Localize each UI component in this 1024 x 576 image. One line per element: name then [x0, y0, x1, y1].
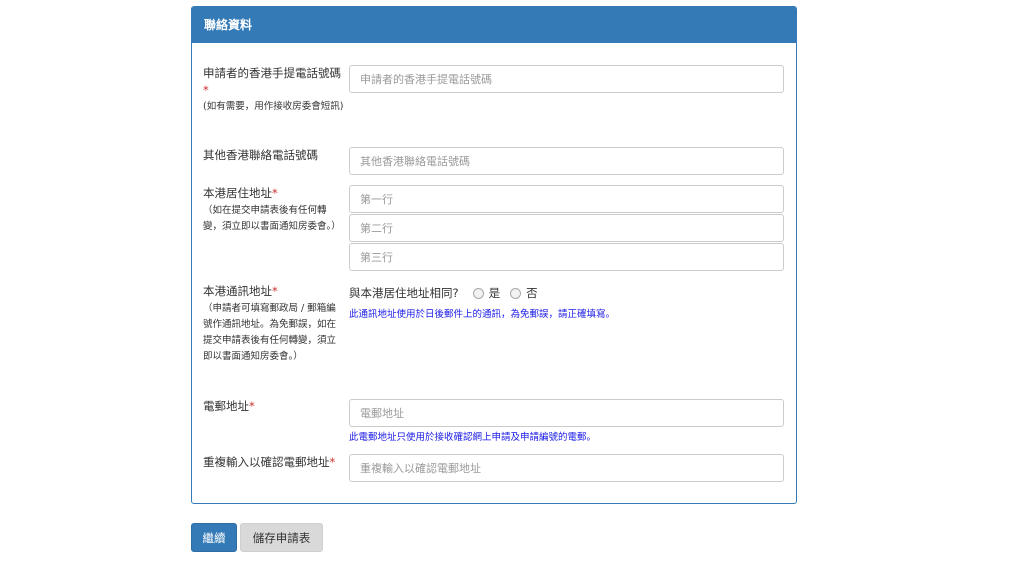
required-marker: * [329, 455, 336, 469]
mobile-phone-label: 申請者的香港手提電話號碼 * [203, 65, 343, 99]
mobile-phone-label-text: 申請者的香港手提電話號碼 [203, 66, 341, 80]
same-address-no-radio[interactable] [510, 287, 522, 299]
mobile-phone-note: (如有需要，用作接收房委會短訊) [203, 101, 344, 112]
residential-address-line3-input[interactable] [349, 243, 784, 271]
email-label: 電郵地址* [203, 398, 343, 415]
continue-button[interactable]: 繼續 [191, 523, 237, 552]
residential-address-label: 本港居住地址* [203, 185, 343, 202]
required-marker: * [272, 284, 278, 298]
contact-info-panel: 聯絡資料 申請者的香港手提電話號碼 * (如有需要，用作接收房委會短訊) 其他香港… [191, 6, 797, 504]
email-confirm-label-text: 重複輸入以確認電郵地址 [203, 455, 330, 469]
same-address-question-text: 與本港居住地址相同? [349, 286, 459, 300]
email-input[interactable] [349, 399, 784, 427]
panel-title: 聯絡資料 [192, 7, 796, 43]
residential-address-label-text: 本港居住地址 [203, 186, 272, 200]
same-address-yes-radio[interactable] [472, 287, 484, 299]
correspondence-address-label-text: 本港通訊地址 [203, 284, 272, 298]
same-address-no-label[interactable]: 否 [526, 284, 538, 302]
same-address-yes-label[interactable]: 是 [489, 284, 501, 302]
required-marker: * [203, 83, 209, 97]
same-address-question: 與本港居住地址相同? 是 否 [349, 284, 538, 302]
residential-address-note: （如在提交申請表後有任何轉變，須立即以書面通知房委會。） [203, 205, 341, 232]
required-marker: * [272, 186, 278, 200]
mobile-phone-input[interactable] [349, 65, 784, 93]
save-application-button[interactable]: 儲存申請表 [240, 523, 323, 552]
residential-address-line1-input[interactable] [349, 185, 784, 213]
correspondence-address-label: 本港通訊地址* [203, 283, 343, 300]
email-confirm-input[interactable] [349, 454, 784, 482]
other-phone-label: 其他香港聯絡電話號碼 [203, 148, 318, 162]
correspondence-address-note: （申請者可填寫郵政局 / 郵箱編號作通訊地址。為免郵誤，如在提交申請表後有任何轉… [203, 303, 337, 362]
email-help: 此電郵地址只使用於接收確認網上申請及申請編號的電郵。 [349, 432, 597, 443]
email-confirm-label: 重複輸入以確認電郵地址* [203, 454, 348, 471]
correspondence-address-help: 此通訊地址使用於日後郵件上的通訊，為免郵誤，請正確填寫。 [349, 309, 616, 320]
other-phone-input[interactable] [349, 147, 784, 175]
required-marker: * [249, 399, 255, 413]
email-label-text: 電郵地址 [203, 399, 249, 413]
residential-address-line2-input[interactable] [349, 214, 784, 242]
